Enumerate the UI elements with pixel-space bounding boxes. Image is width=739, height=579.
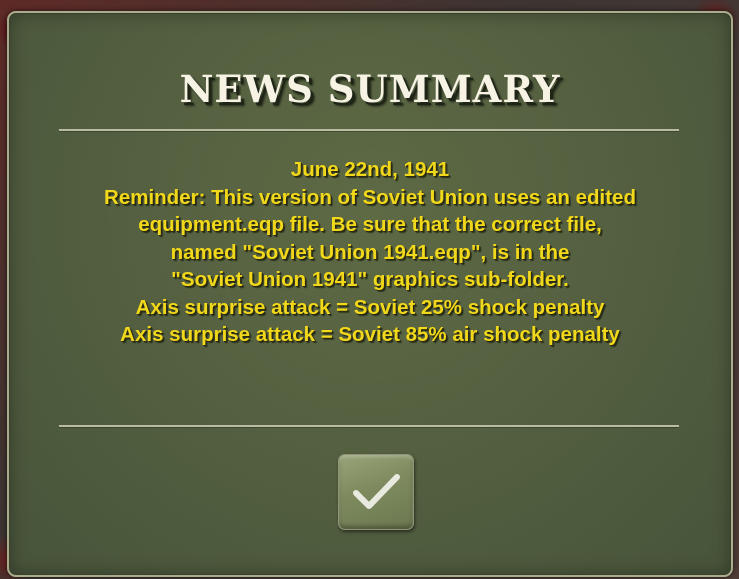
message-line-date: June 22nd, 1941 xyxy=(290,158,450,181)
message-line: Axis surprise attack = Soviet 25% shock … xyxy=(135,295,605,319)
message-line: "Soviet Union 1941" graphics sub-folder. xyxy=(171,268,569,291)
message-line: named "Soviet Union 1941.eqp", is in the xyxy=(170,240,570,264)
message-line: Reminder: This version of Soviet Union u… xyxy=(104,185,636,209)
dialog-title: NEWS SUMMARY xyxy=(179,67,561,111)
news-message: June 22nd, 1941 Reminder: This version o… xyxy=(29,156,711,349)
news-summary-dialog: NEWS SUMMARY June 22nd, 1941 Reminder: T… xyxy=(7,11,733,577)
checkmark-icon xyxy=(353,474,400,509)
message-line: equipment.eqp file. Be sure that the cor… xyxy=(138,213,602,236)
message-line: Axis surprise attack = Soviet 85% air sh… xyxy=(120,323,620,346)
confirm-button[interactable] xyxy=(338,454,414,530)
title-divider xyxy=(59,129,679,131)
bottom-divider xyxy=(59,425,679,427)
